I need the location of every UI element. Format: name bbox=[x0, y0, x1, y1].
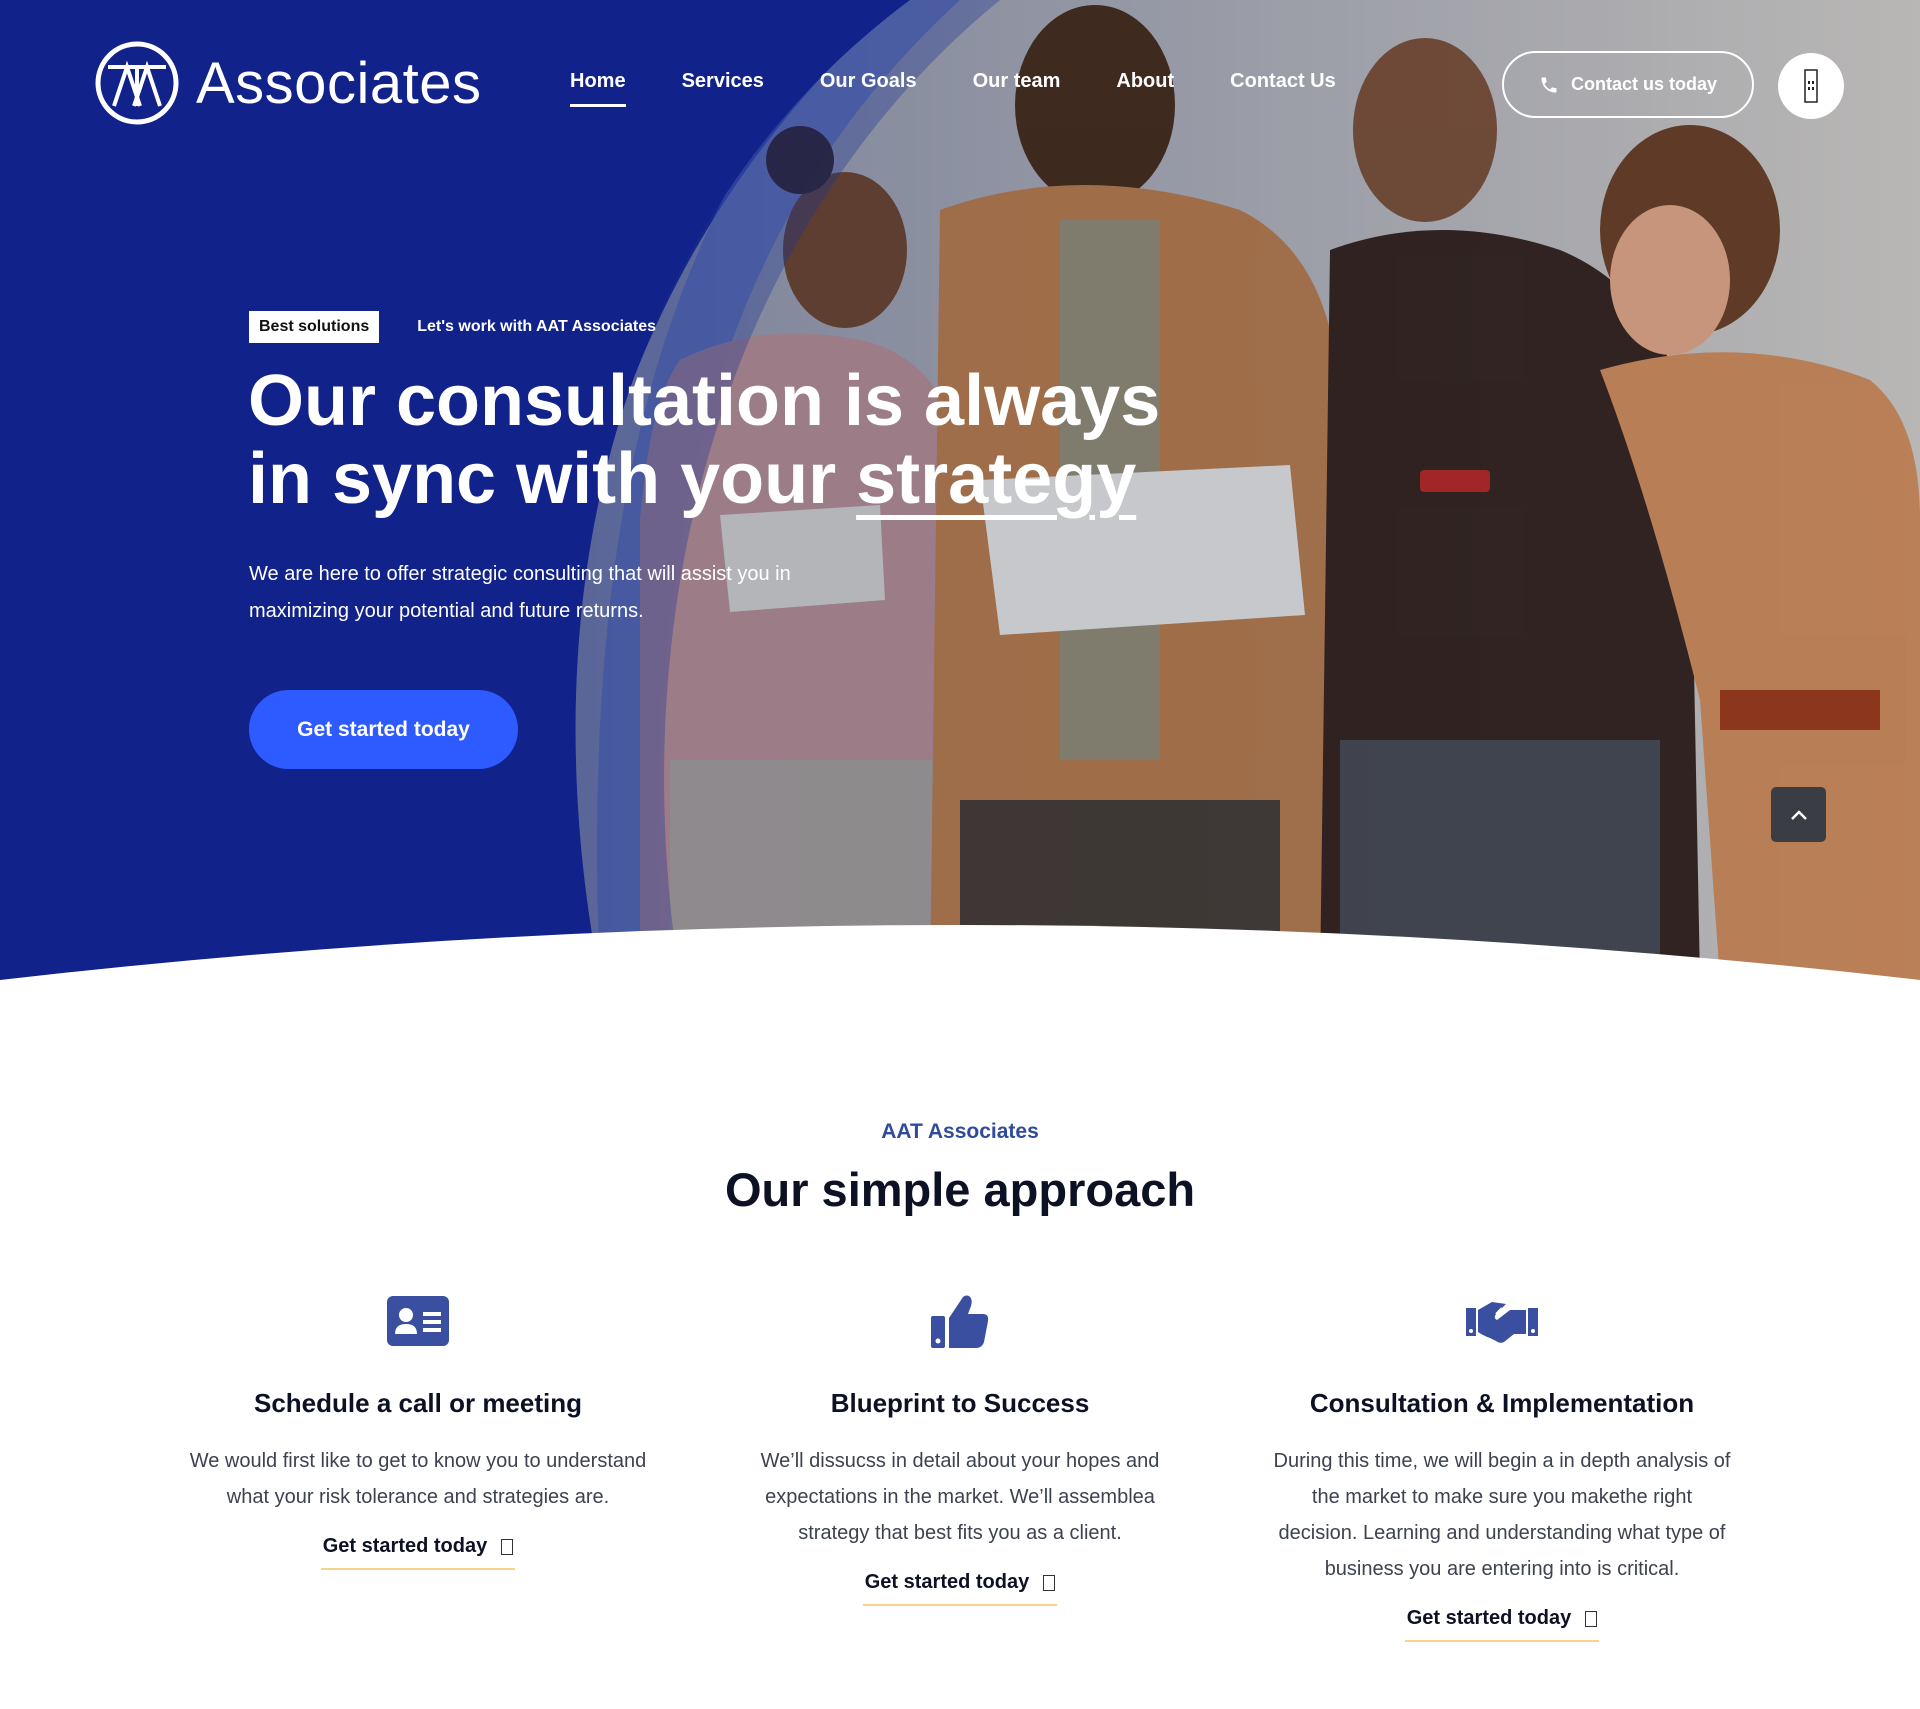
logo-mark-icon bbox=[95, 41, 179, 125]
nav-item-our-goals[interactable]: Our Goals bbox=[820, 70, 917, 107]
menu-toggle-button[interactable] bbox=[1778, 53, 1844, 119]
card-text: We’ll dissucss in detail about your hope… bbox=[760, 1450, 1160, 1544]
hero-tag-badge: Best solutions bbox=[249, 311, 380, 343]
card-title: Blueprint to Success bbox=[830, 1388, 1090, 1418]
card-get-started-link[interactable]: Get started today bbox=[862, 1571, 1058, 1606]
phone-icon bbox=[1541, 77, 1557, 92]
hero-title-line1: Our consultation is always bbox=[248, 361, 1161, 441]
arrow-icon bbox=[501, 1538, 514, 1555]
hero-title-line2: in sync with your bbox=[248, 439, 857, 519]
hero-bottom-curve bbox=[0, 925, 1920, 980]
nav-item-about[interactable]: About bbox=[1116, 70, 1174, 107]
card-title: Schedule a call or meeting bbox=[254, 1388, 582, 1418]
arrow-icon bbox=[1043, 1574, 1056, 1591]
arrow-icon bbox=[1585, 1610, 1598, 1627]
nav-item-services[interactable]: Services bbox=[682, 70, 764, 107]
hero-tag-row: Best solutions Let's work with AAT Assoc… bbox=[249, 311, 656, 343]
section-title: Our simple approach bbox=[724, 1163, 1196, 1216]
approach-card-consultation: Consultation & Implementation During thi… bbox=[1272, 1286, 1732, 1642]
card-link-label: Get started today bbox=[1406, 1607, 1572, 1629]
chevron-up-icon bbox=[1790, 809, 1807, 820]
section-eyebrow: AAT Associates bbox=[881, 1120, 1039, 1143]
card-text: We would first like to get to know you t… bbox=[189, 1450, 647, 1508]
main-nav: Home Services Our Goals Our team About C… bbox=[570, 70, 1336, 107]
thumbs-up-icon bbox=[931, 1295, 989, 1348]
nav-item-our-team[interactable]: Our team bbox=[973, 70, 1061, 107]
hero-tag-subtitle: Let's work with AAT Associates bbox=[417, 318, 657, 335]
site-logo[interactable]: Associates bbox=[94, 40, 481, 126]
hero-description: We are here to offer strategic consultin… bbox=[249, 563, 791, 622]
hero-title-highlight: strategy bbox=[856, 439, 1137, 519]
nav-item-contact-us[interactable]: Contact Us bbox=[1230, 70, 1336, 107]
contact-us-button[interactable]: Contact us today bbox=[1502, 51, 1754, 118]
handshake-icon bbox=[1466, 1302, 1538, 1343]
scroll-to-top-button[interactable] bbox=[1771, 787, 1826, 842]
card-get-started-link[interactable]: Get started today bbox=[320, 1535, 516, 1570]
card-get-started-link[interactable]: Get started today bbox=[1404, 1607, 1600, 1642]
card-link-label: Get started today bbox=[322, 1535, 488, 1557]
get-started-button[interactable]: Get started today bbox=[249, 690, 518, 769]
approach-card-schedule: Schedule a call or meeting We would firs… bbox=[188, 1286, 648, 1570]
approach-card-blueprint: Blueprint to Success We’ll dissucss in d… bbox=[730, 1286, 1190, 1606]
nav-item-home[interactable]: Home bbox=[570, 70, 626, 107]
hero-title: Our consultation is always in sync with … bbox=[248, 362, 1208, 518]
id-card-icon bbox=[387, 1296, 449, 1346]
card-title: Consultation & Implementation bbox=[1309, 1388, 1695, 1418]
card-link-label: Get started today bbox=[864, 1571, 1030, 1593]
menu-icon bbox=[1804, 69, 1818, 103]
hero-section: Associates Home Services Our Goals Our t… bbox=[0, 0, 1920, 980]
card-text: During this time, we will begin a in dep… bbox=[1273, 1450, 1731, 1580]
logo-text: Associates bbox=[196, 50, 482, 116]
contact-button-label: Contact us today bbox=[1570, 74, 1717, 94]
